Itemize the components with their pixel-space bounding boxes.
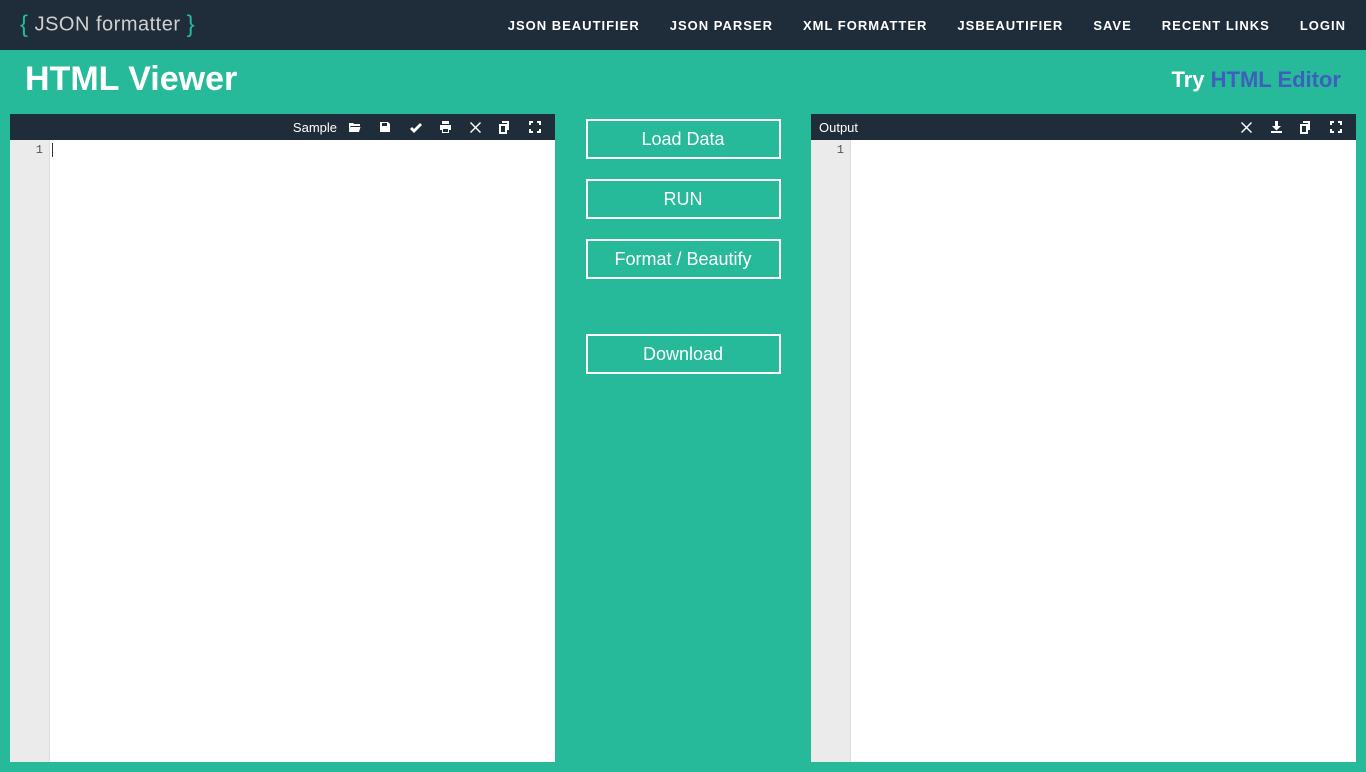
nav-login[interactable]: LOGIN <box>1300 18 1346 33</box>
output-label: Output <box>819 120 858 135</box>
copy-icon[interactable] <box>1294 117 1318 137</box>
download-button[interactable]: Download <box>586 334 781 374</box>
line-number: 1 <box>10 143 43 157</box>
input-editor[interactable]: 1 <box>10 140 555 762</box>
try-text: Try <box>1172 67 1211 92</box>
nav-recent-links[interactable]: RECENT LINKS <box>1162 18 1270 33</box>
text-cursor <box>52 143 53 157</box>
input-label: Sample <box>293 120 337 135</box>
nav-save[interactable]: SAVE <box>1093 18 1131 33</box>
page-title: HTML Viewer <box>25 60 237 99</box>
folder-open-icon[interactable] <box>343 117 367 137</box>
brace-open-icon: { <box>20 11 29 38</box>
logo[interactable]: { JSON formatter } <box>20 11 195 39</box>
html-editor-text: HTML Editor <box>1211 67 1341 92</box>
output-pane: Output 1 <box>811 114 1356 762</box>
try-html-editor-link[interactable]: Try HTML Editor <box>1172 67 1342 93</box>
run-button[interactable]: RUN <box>586 179 781 219</box>
nav-json-beautifier[interactable]: JSON BEAUTIFIER <box>508 18 640 33</box>
nav-json-parser[interactable]: JSON PARSER <box>670 18 773 33</box>
output-code[interactable] <box>851 140 1356 762</box>
input-code[interactable] <box>50 140 555 762</box>
download-icon[interactable] <box>1264 117 1288 137</box>
output-toolbar: Output <box>811 114 1356 140</box>
close-icon[interactable] <box>1234 117 1258 137</box>
format-button[interactable]: Format / Beautify <box>586 239 781 279</box>
action-column: Load Data RUN Format / Beautify Download <box>585 114 781 762</box>
fullscreen-icon[interactable] <box>1324 117 1348 137</box>
line-number: 1 <box>811 143 844 157</box>
save-icon[interactable] <box>373 117 397 137</box>
nav-links: JSON BEAUTIFIER JSON PARSER XML FORMATTE… <box>508 18 1346 33</box>
load-data-button[interactable]: Load Data <box>586 119 781 159</box>
nav-xml-formatter[interactable]: XML FORMATTER <box>803 18 927 33</box>
fullscreen-icon[interactable] <box>523 117 547 137</box>
copy-icon[interactable] <box>493 117 517 137</box>
logo-json: JSON <box>35 13 90 35</box>
output-editor[interactable]: 1 <box>811 140 1356 762</box>
workspace: Sample 1 <box>0 114 1366 772</box>
header-row: HTML Viewer Try HTML Editor <box>0 50 1366 114</box>
logo-formatter: formatter <box>96 13 181 35</box>
input-gutter: 1 <box>10 140 50 762</box>
brace-close-icon: } <box>187 11 196 38</box>
input-pane: Sample 1 <box>10 114 555 762</box>
check-icon[interactable] <box>403 117 427 137</box>
input-toolbar: Sample <box>10 114 555 140</box>
print-icon[interactable] <box>433 117 457 137</box>
nav-jsbeautifier[interactable]: JSBEAUTIFIER <box>957 18 1063 33</box>
top-nav: { JSON formatter } JSON BEAUTIFIER JSON … <box>0 0 1366 50</box>
close-icon[interactable] <box>463 117 487 137</box>
output-gutter: 1 <box>811 140 851 762</box>
